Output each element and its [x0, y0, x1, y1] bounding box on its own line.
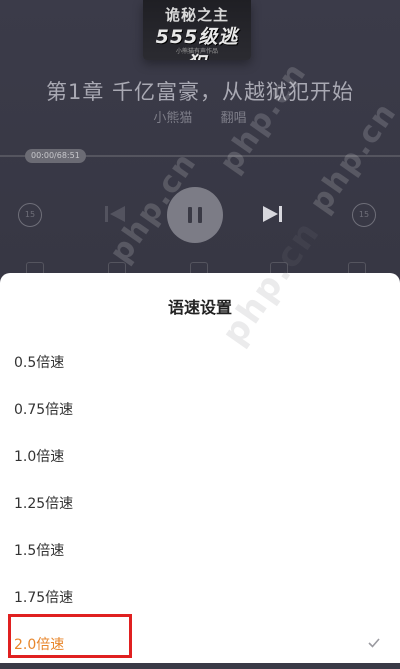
album-cover: 诡秘之主 555级逃犯 小熊猫有声作品 — [143, 0, 251, 60]
sheet-title: 语速设置 — [167, 298, 232, 317]
speed-option[interactable]: 1.25倍速 — [0, 481, 400, 528]
speed-option[interactable]: 1.5倍速 — [0, 528, 400, 575]
time-indicator[interactable]: 00:00/68:51 — [25, 149, 86, 163]
speed-option-label: 1.25倍速 — [14, 496, 74, 512]
speed-option-label: 1.5倍速 — [14, 543, 65, 559]
selection-highlight-box — [8, 614, 132, 658]
narrator-name[interactable]: 小熊猫 — [153, 111, 192, 126]
cover-caption: 小熊猫有声作品 — [175, 48, 218, 55]
next-track-icon[interactable] — [263, 205, 283, 223]
forward-15-icon[interactable]: 15 — [352, 203, 376, 227]
track-meta: 小熊猫 翻唱 — [0, 107, 400, 126]
speed-option-label: 0.75倍速 — [14, 402, 74, 418]
speed-option-label: 1.0倍速 — [14, 449, 65, 465]
speed-option[interactable]: 0.5倍速 — [0, 340, 400, 387]
pause-icon — [188, 207, 192, 223]
speed-option-label: 0.5倍速 — [14, 355, 65, 371]
pause-icon-bar — [198, 207, 202, 223]
track-title: 第1章 千亿富豪，从越狱犯开始 — [45, 80, 355, 104]
rewind-15-icon[interactable]: 15 — [18, 203, 42, 227]
speed-option[interactable]: 0.75倍速 — [0, 387, 400, 434]
checkmark-icon — [368, 638, 380, 648]
speed-option-label: 1.75倍速 — [14, 590, 74, 606]
speed-option[interactable]: 1.0倍速 — [0, 434, 400, 481]
speed-settings-sheet: 语速设置 0.5倍速 0.75倍速 1.0倍速 1.25倍速 1.5倍速 1.7… — [0, 213, 400, 663]
